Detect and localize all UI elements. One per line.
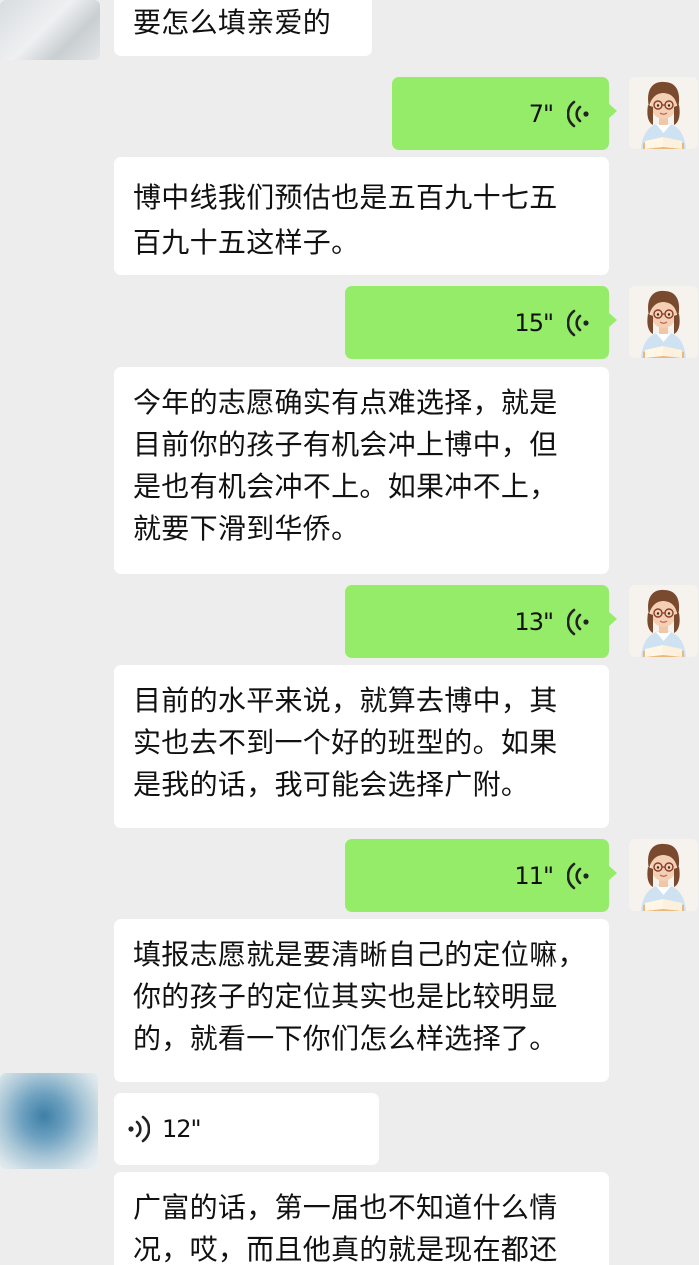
user-avatar-top[interactable] (0, 0, 100, 60)
message-line: 今年的志愿确实有点难选择，就是 (133, 386, 558, 419)
voice-duration: 11" (514, 861, 554, 890)
voice-wave-icon (128, 1114, 150, 1144)
teacher-avatar[interactable] (629, 77, 698, 149)
message-line: 是我的话，我可能会选择广附。 (133, 768, 530, 801)
message-line: 是也有机会冲不上。如果冲不上， (133, 470, 558, 503)
message-line: 你的孩子的定位其实也是比较明显 (133, 980, 558, 1013)
message-bubble-incoming[interactable]: 目前的水平来说，就算去博中，其 实也去不到一个好的班型的。如果 是我的话，我可能… (114, 665, 609, 828)
teacher-avatar[interactable] (629, 286, 698, 358)
voice-wave-icon (567, 308, 589, 338)
user-avatar[interactable] (0, 1073, 98, 1169)
voice-message-outgoing[interactable]: 15" (345, 286, 617, 359)
message-text: 要怎么填亲爱的 (133, 6, 332, 39)
message-bubble-incoming[interactable]: 要怎么填亲爱的 (114, 0, 372, 56)
message-line: 目前你的孩子有机会冲上博中，但 (133, 428, 558, 461)
voice-wave-icon (567, 861, 589, 891)
teacher-avatar[interactable] (629, 585, 698, 657)
message-bubble-incoming[interactable]: 今年的志愿确实有点难选择，就是 目前你的孩子有机会冲上博中，但 是也有机会冲不上… (114, 367, 609, 574)
voice-message-incoming[interactable]: 12" (114, 1093, 379, 1165)
voice-message-outgoing[interactable]: 7" (392, 77, 617, 150)
message-line: 实也去不到一个好的班型的。如果 (133, 726, 558, 759)
teacher-avatar[interactable] (629, 839, 698, 911)
message-line: 填报志愿就是要清晰自己的定位嘛， (133, 938, 586, 971)
voice-message-outgoing[interactable]: 11" (345, 839, 617, 912)
message-line: 况，哎，而且他真的就是现在都还 (133, 1233, 558, 1265)
voice-wave-icon (567, 607, 589, 637)
message-bubble-incoming[interactable]: 广富的话，第一届也不知道什么情 况，哎，而且他真的就是现在都还 (114, 1172, 609, 1265)
voice-duration: 15" (514, 308, 554, 337)
message-line: 就要下滑到华侨。 (133, 512, 360, 545)
voice-duration: 13" (514, 607, 554, 636)
voice-duration: 7" (528, 99, 554, 128)
voice-message-outgoing[interactable]: 13" (345, 585, 617, 658)
message-line: 目前的水平来说，就算去博中，其 (133, 684, 558, 717)
message-bubble-incoming[interactable]: 填报志愿就是要清晰自己的定位嘛， 你的孩子的定位其实也是比较明显 的，就看一下你… (114, 919, 609, 1082)
voice-duration: 12" (162, 1115, 202, 1143)
voice-wave-icon (567, 99, 589, 129)
message-bubble-incoming[interactable]: 博中线我们预估也是五百九十七五 百九十五这样子。 (114, 157, 609, 275)
message-line: 广富的话，第一届也不知道什么情 (133, 1191, 558, 1224)
message-line: 的，就看一下你们怎么样选择了。 (133, 1022, 558, 1055)
